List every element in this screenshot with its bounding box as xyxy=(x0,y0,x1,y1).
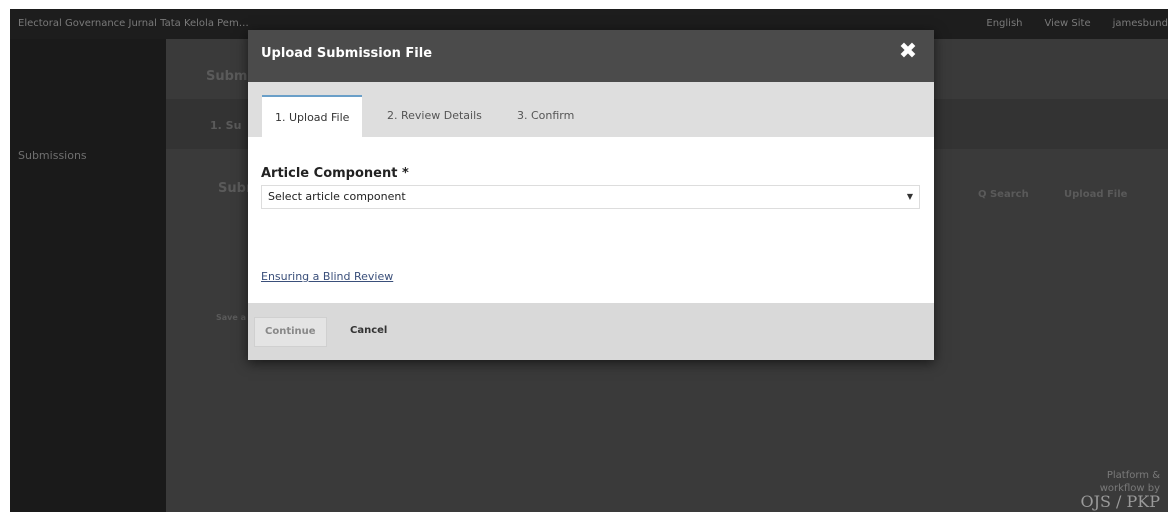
step-tab[interactable]: 1. Su xyxy=(210,119,241,132)
site-title[interactable]: Electoral Governance Jurnal Tata Kelola … xyxy=(18,9,249,39)
tab-confirm[interactable]: 3. Confirm xyxy=(504,95,587,137)
footer-branding: Platform & workflow by OJS / PKP xyxy=(1080,469,1160,510)
sidebar: Submissions xyxy=(10,39,166,512)
continue-button[interactable]: Continue xyxy=(254,317,327,347)
top-bar-right: English View Site jamesbund xyxy=(986,9,1168,39)
language-menu[interactable]: English xyxy=(986,9,1022,39)
sidebar-item-submissions[interactable]: Submissions xyxy=(18,149,87,162)
close-icon[interactable]: ✖ xyxy=(896,40,920,64)
search-link[interactable]: Q Search xyxy=(978,189,1029,200)
wizard-tabs: 1. Upload File 2. Review Details 3. Conf… xyxy=(248,82,934,137)
page-title: Subm xyxy=(206,69,248,84)
article-component-select[interactable]: Select article component ▼ xyxy=(261,185,920,209)
user-menu[interactable]: jamesbund xyxy=(1113,9,1168,39)
ojs-pkp-logo[interactable]: OJS / PKP xyxy=(1080,494,1160,510)
tab-review-details[interactable]: 2. Review Details xyxy=(374,95,495,137)
article-component-label: Article Component * xyxy=(261,166,409,181)
view-site-link[interactable]: View Site xyxy=(1045,9,1091,39)
chevron-down-icon: ▼ xyxy=(906,192,913,201)
article-component-value: Select article component xyxy=(268,190,406,203)
footer-line: Platform & xyxy=(1106,470,1160,481)
blind-review-link[interactable]: Ensuring a Blind Review xyxy=(261,270,393,283)
modal-content: Article Component * Select article compo… xyxy=(248,137,934,303)
save-button[interactable]: Save a xyxy=(216,313,246,322)
modal-header: Upload Submission File ✖ xyxy=(248,30,934,82)
upload-submission-modal: Upload Submission File ✖ 1. Upload File … xyxy=(248,30,934,360)
modal-footer: Continue Cancel xyxy=(248,303,934,360)
cancel-button[interactable]: Cancel xyxy=(340,317,397,345)
tab-upload-file[interactable]: 1. Upload File xyxy=(262,95,363,137)
modal-title: Upload Submission File xyxy=(261,46,433,61)
upload-file-link[interactable]: Upload File xyxy=(1064,189,1127,200)
